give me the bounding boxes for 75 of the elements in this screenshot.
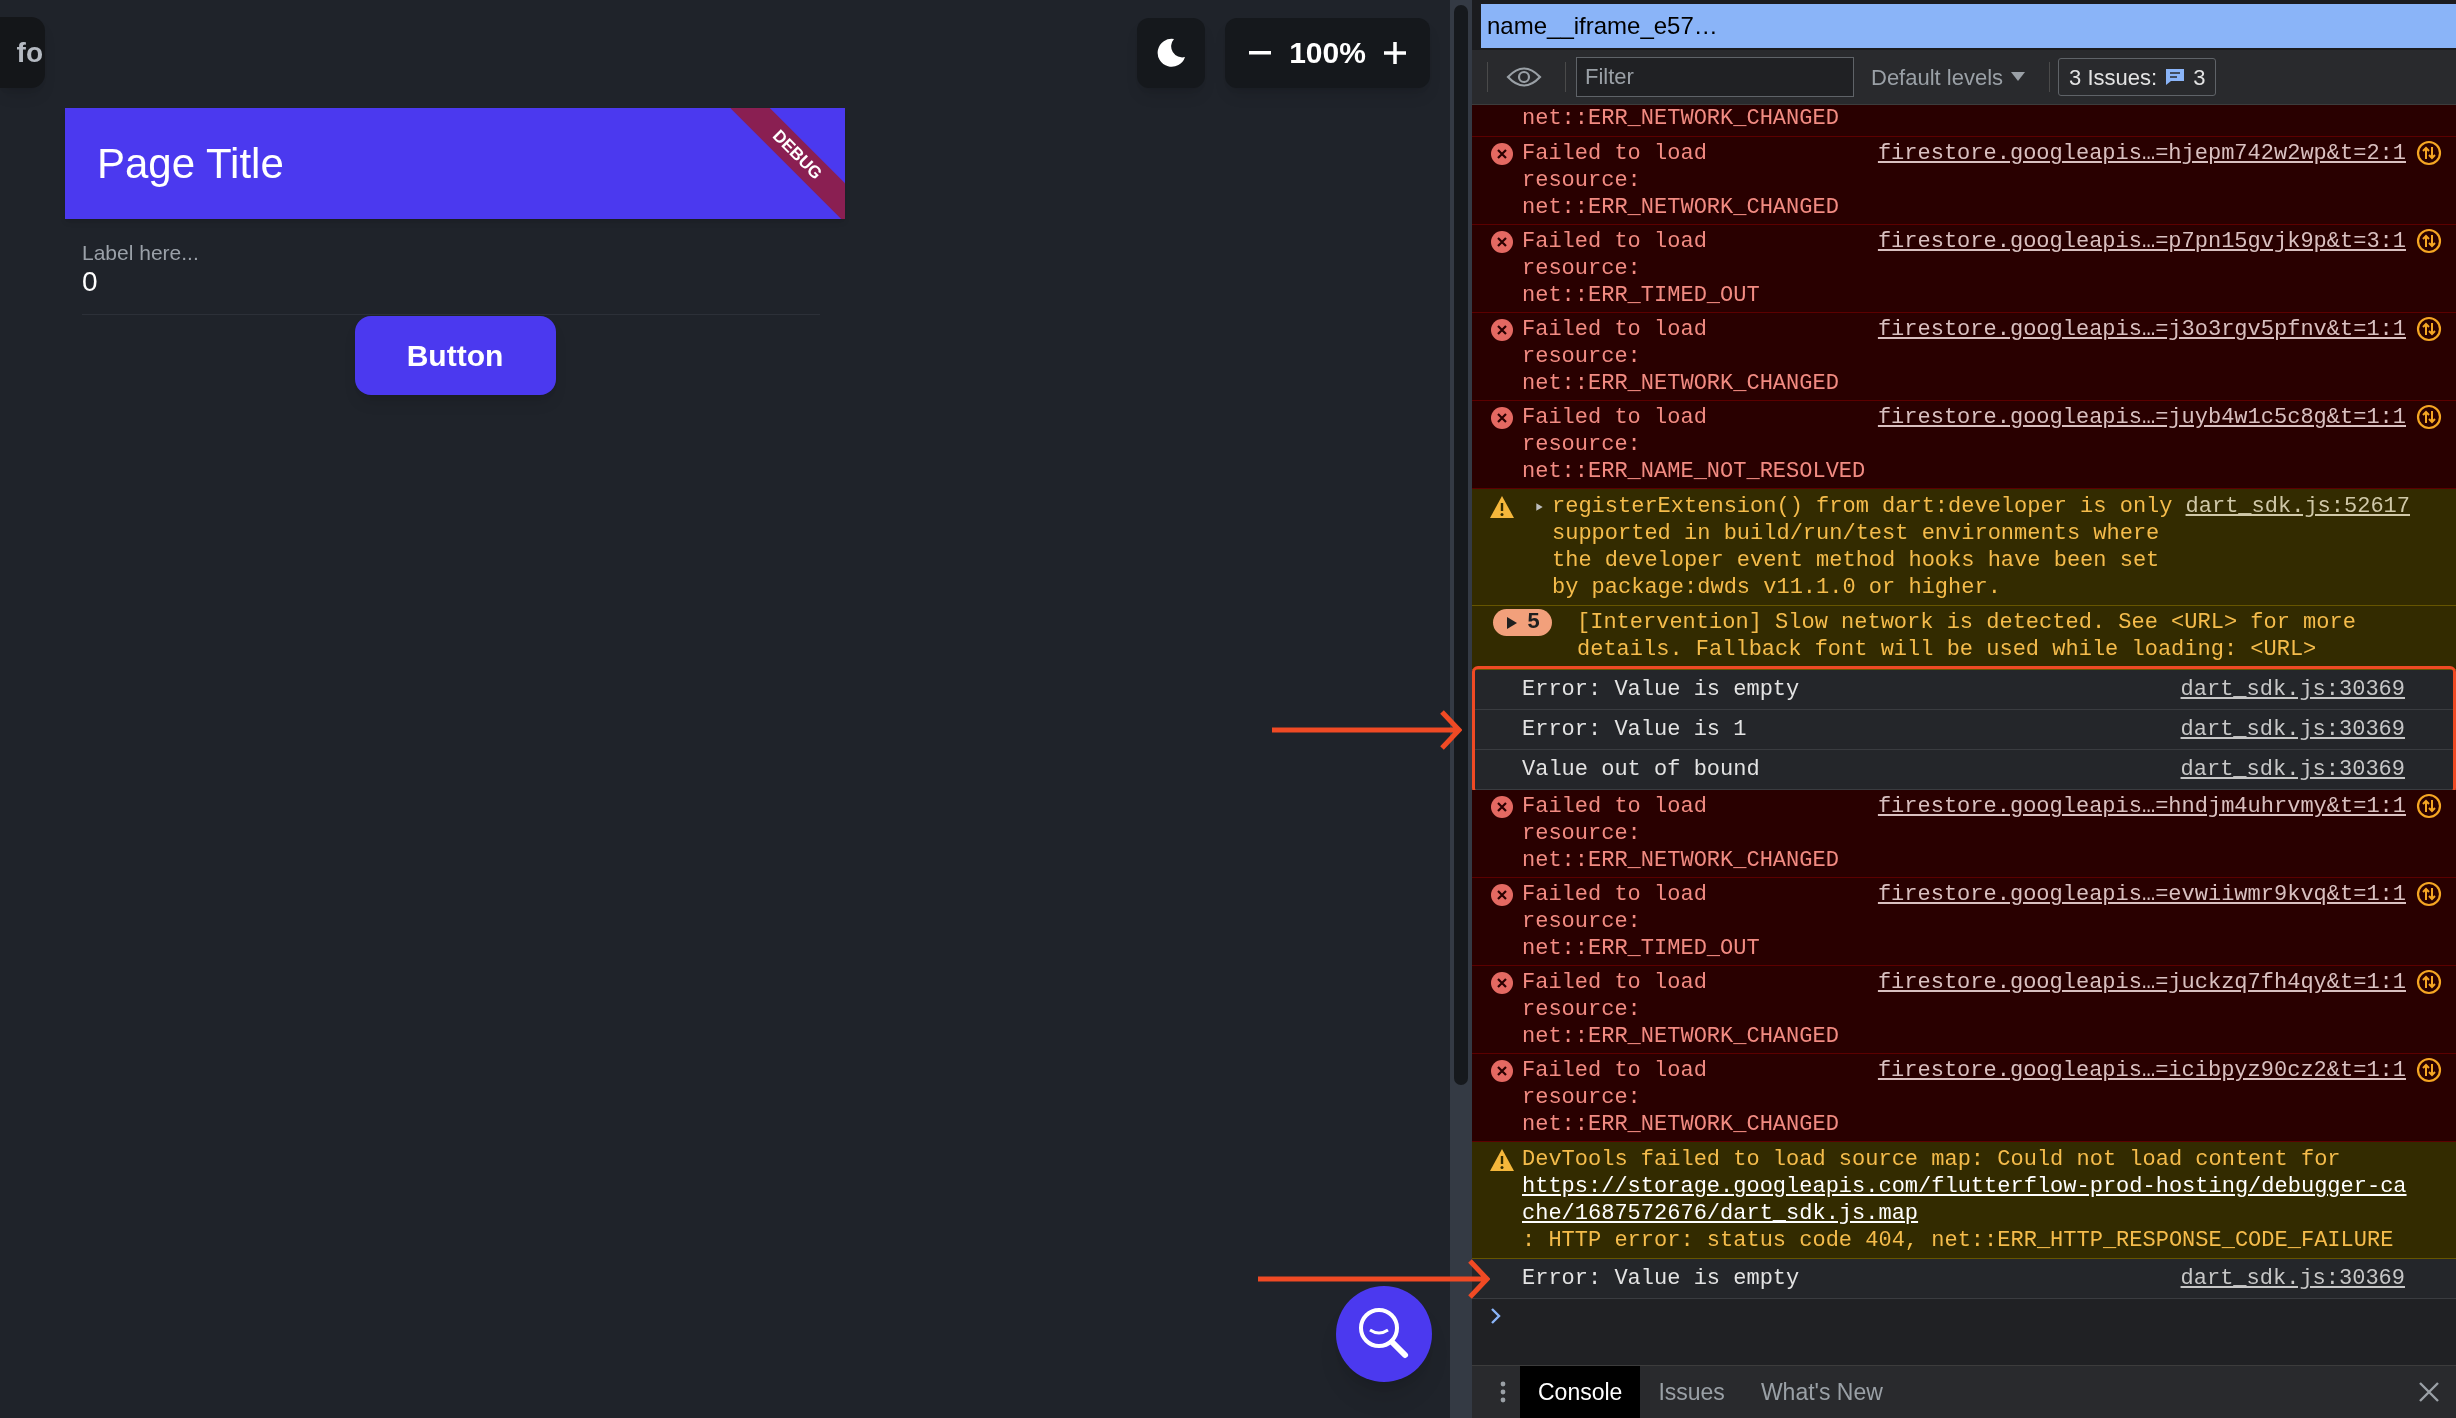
log-levels-dropdown[interactable]: Default levels xyxy=(1871,60,2026,94)
console-message: Error: Value is 1 xyxy=(1522,716,1747,743)
console-message: Failed to load resource: net::ERR_NETWORK_CHANGED xyxy=(1522,141,1839,220)
error-icon xyxy=(1490,318,1514,342)
sync-arrows-icon[interactable] xyxy=(2416,140,2442,166)
zoom-in-button[interactable] xyxy=(1384,41,1406,64)
dark-mode-button[interactable] xyxy=(1137,17,1205,88)
plus-icon xyxy=(1384,41,1406,64)
more-options-icon[interactable] xyxy=(1500,1381,1506,1403)
console-message: Error: Value is empty xyxy=(1522,676,1800,703)
console-message: Failed to load resource: net::ERR_NAME_NOT_RESOLVED xyxy=(1522,405,1866,484)
error-icon xyxy=(1490,142,1514,166)
console-message: Failed to load resource: net::ERR_TIMED_OUT xyxy=(1522,229,1760,308)
console-message: Failed to load resource: net::ERR_NETWORK_CHANGED xyxy=(1522,317,1839,396)
sync-arrows-icon[interactable] xyxy=(2416,881,2442,907)
error-icon xyxy=(1490,795,1514,819)
source-link[interactable]: dart_sdk.js:52617 xyxy=(2185,493,2410,520)
caret-icon[interactable] xyxy=(1535,500,1544,514)
console-message: Failed to load resource: net::ERR_NETWORK_CHANGED xyxy=(1522,794,1839,873)
warning-icon xyxy=(1489,1148,1515,1172)
console-message: registerExtension() from dart:developer is only supported in build/run/test environments where the developer event method hooks have been set by package:dwds v11.1.0 or higher. xyxy=(1552,493,2174,601)
error-icon xyxy=(1490,230,1514,254)
console-message: net::ERR_NETWORK_CHANGED xyxy=(1522,105,1839,132)
expand-group-button[interactable]: 5 xyxy=(1493,609,1553,636)
panel-tab[interactable]: What's New xyxy=(1742,1366,1901,1418)
source-link[interactable]: firestore.googleapis…=juyb4w1c5c8g&t=1:1 xyxy=(1877,404,2406,431)
eye-icon[interactable] xyxy=(1506,66,1542,88)
close-icon[interactable] xyxy=(2418,1381,2440,1403)
moon-icon xyxy=(1155,36,1187,69)
source-link[interactable]: firestore.googleapis…=juckzq7fh4qy&t=1:1 xyxy=(1877,969,2406,996)
message-icon xyxy=(2165,68,2186,86)
error-icon xyxy=(1490,406,1514,430)
sync-arrows-icon[interactable] xyxy=(2416,969,2442,995)
page-title: Page Title xyxy=(97,139,284,189)
caret-icon xyxy=(2011,72,2026,82)
source-link[interactable]: dart_sdk.js:30369 xyxy=(2180,716,2405,743)
frame-title: name__iframe_e57… xyxy=(1481,4,2456,48)
source-link[interactable]: dart_sdk.js:30369 xyxy=(2180,1265,2405,1292)
minus-icon xyxy=(1249,50,1271,55)
filter-field[interactable]: Filter xyxy=(1576,57,1854,97)
error-icon xyxy=(1490,1059,1514,1083)
chevron-icon xyxy=(1490,1307,1502,1325)
error-icon xyxy=(1490,971,1514,995)
sync-arrows-icon[interactable] xyxy=(2416,793,2442,819)
sync-arrows-icon[interactable] xyxy=(2416,316,2442,342)
console-message: Failed to load resource: net::ERR_TIMED_OUT xyxy=(1522,882,1760,961)
scrollbar-thumb[interactable] xyxy=(1454,5,1468,1085)
source-link[interactable]: firestore.googleapis…=p7pn15gvjk9p&t=3:1 xyxy=(1877,228,2406,255)
error-icon xyxy=(1490,883,1514,907)
console-message: DevTools failed to load source map: Could not load content for https://storage.googleapis.com/flutterflow-prod-hosting/debugger-cache/1687572676/dart_sdk.js.map : HTTP error: status code 404, net::ERR_HTTP_RESPONSE_CODE_FAILURE xyxy=(1522,1147,2410,1253)
source-link[interactable]: firestore.googleapis…=hjepm742w2wp&t=2:1 xyxy=(1877,140,2406,167)
console-message: Failed to load resource: net::ERR_NETWORK_CHANGED xyxy=(1522,1058,1839,1137)
source-link[interactable]: firestore.googleapis…=icibpyz90cz2&t=1:1 xyxy=(1877,1057,2406,1084)
console-message: Value out of bound xyxy=(1522,756,1760,783)
source-link[interactable]: dart_sdk.js:30369 xyxy=(2180,676,2405,703)
zoom-level: 100% xyxy=(1289,35,1366,71)
panel-tab[interactable]: Console xyxy=(1520,1366,1641,1418)
console-message: [Intervention] Slow network is detected. See <URL> for more details. Fallback font will be used while loading: <URL> xyxy=(1577,610,2356,662)
zoom-out-button[interactable] xyxy=(1249,50,1271,55)
warning-icon xyxy=(1489,495,1515,519)
console-message: Failed to load resource: net::ERR_NETWORK_CHANGED xyxy=(1522,970,1839,1049)
sync-arrows-icon[interactable] xyxy=(2416,1057,2442,1083)
console-message: Error: Value is empty xyxy=(1522,1265,1800,1292)
info-chip[interactable]: fo xyxy=(0,17,45,88)
panel-tab[interactable]: Issues xyxy=(1640,1366,1743,1418)
sync-arrows-icon[interactable] xyxy=(2416,404,2442,430)
source-link[interactable]: dart_sdk.js:30369 xyxy=(2180,756,2405,783)
source-link[interactable]: firestore.googleapis…=hndjm4uhrvmy&t=1:1 xyxy=(1877,793,2406,820)
source-link[interactable]: firestore.googleapis…=evwiiwmr9kvq&t=1:1 xyxy=(1877,881,2406,908)
sync-arrows-icon[interactable] xyxy=(2416,228,2442,254)
source-link[interactable]: firestore.googleapis…=j3o3rgv5pfnv&t=1:1 xyxy=(1877,316,2406,343)
text-field[interactable]: Label here... 0 xyxy=(82,219,820,315)
issues-button[interactable]: 3 Issues: 3 xyxy=(2058,58,2217,96)
primary-button[interactable]: Button xyxy=(354,316,556,395)
source-map-link[interactable]: https://storage.googleapis.com/flutterflow-prod-hosting/debugger-cache/1687572676/dart_sdk.js.map xyxy=(1522,1173,2410,1227)
